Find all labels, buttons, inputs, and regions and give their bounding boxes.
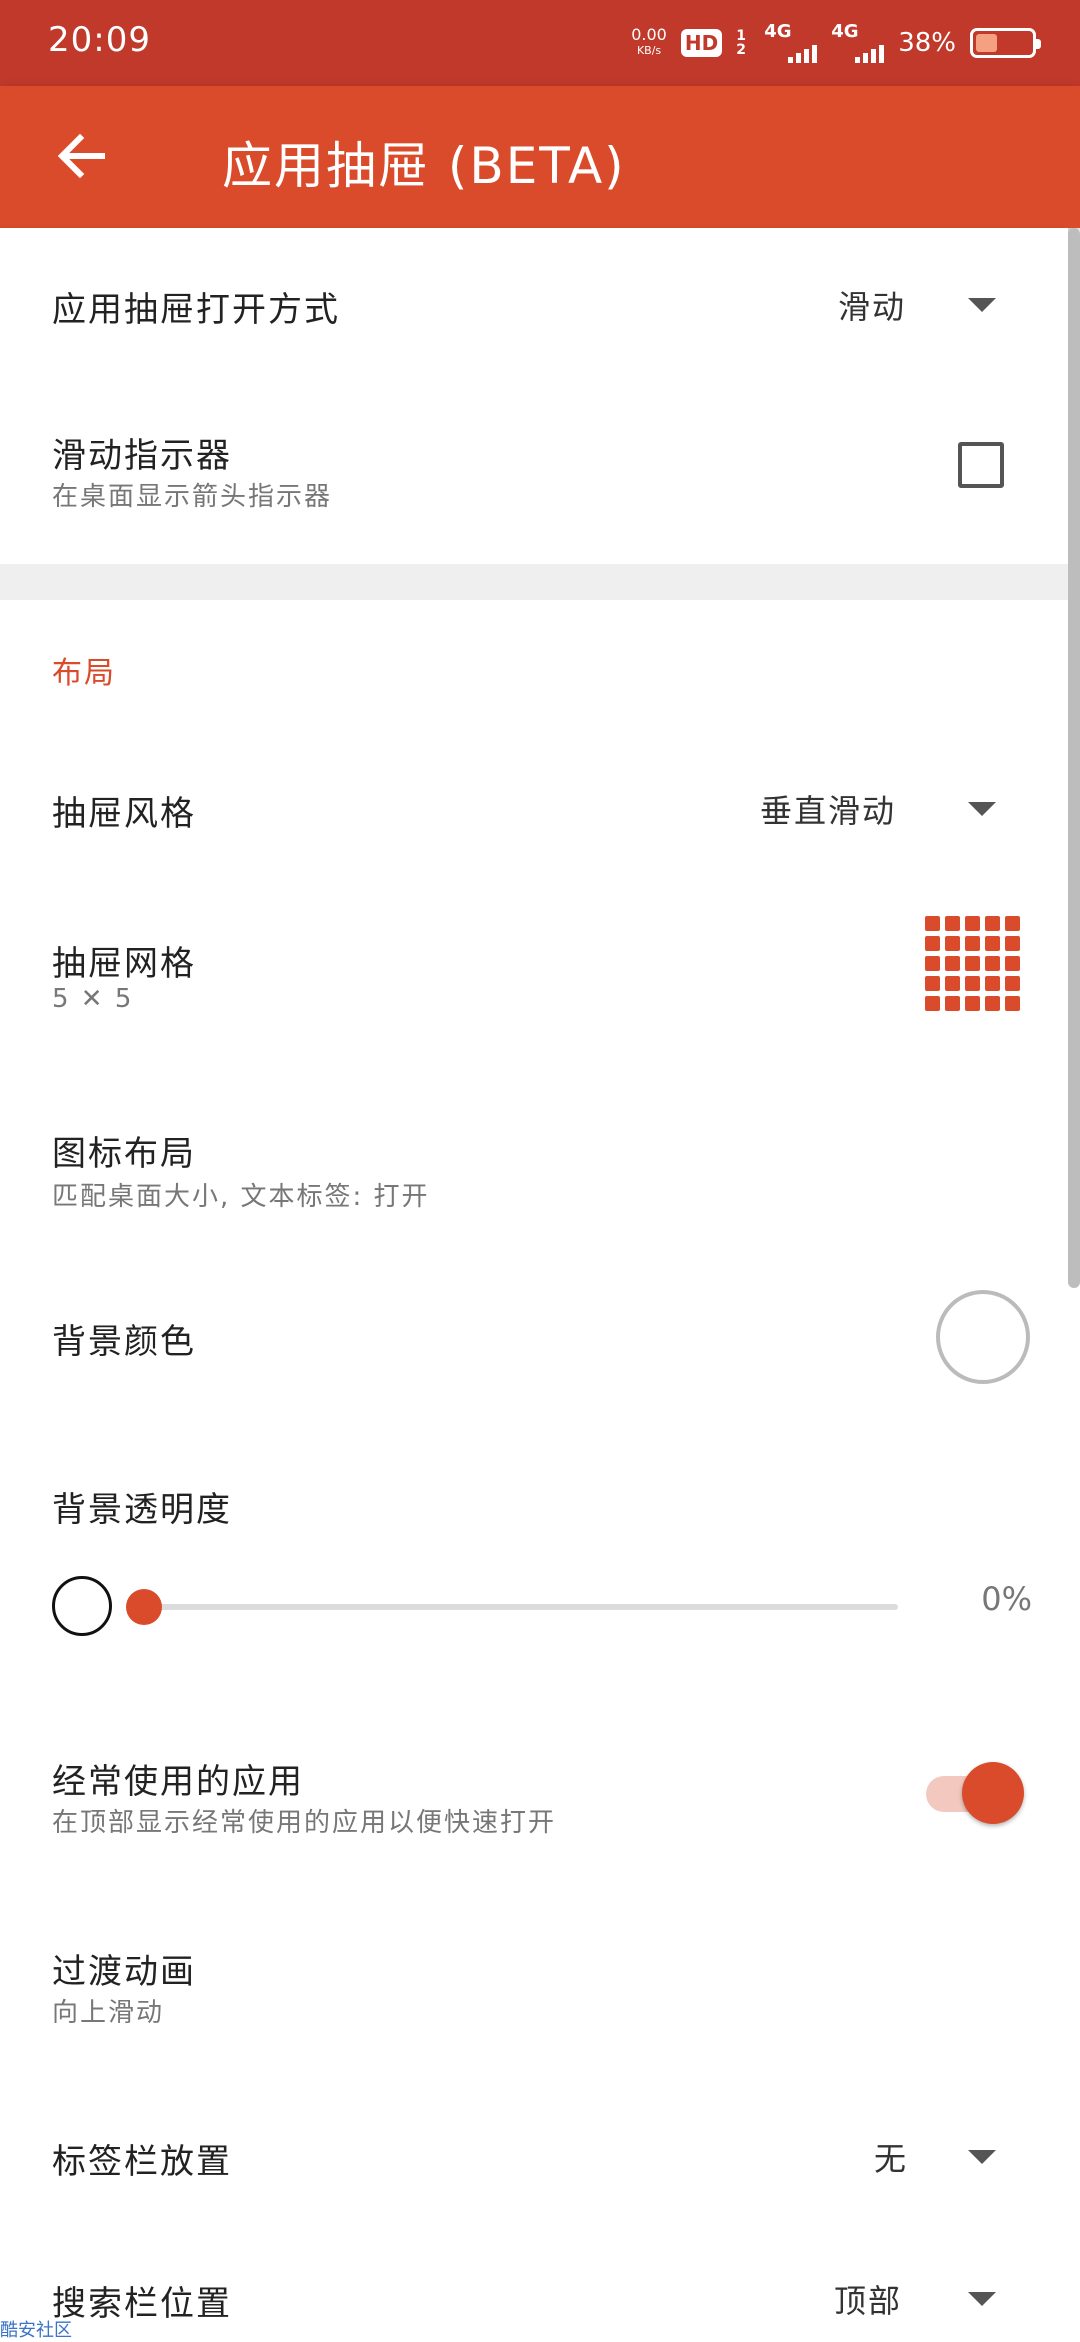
- grid-cell: [1005, 916, 1020, 931]
- battery-fill: [976, 34, 997, 52]
- grid-preview-icon: [925, 916, 1020, 1011]
- drawer-grid-subtitle: 5 ✕ 5: [52, 984, 134, 1014]
- grid-cell: [945, 916, 960, 931]
- section-header-layout: 布局: [52, 656, 116, 691]
- swipe-indicator-subtitle: 在桌面显示箭头指示器: [52, 482, 333, 512]
- app-bar: 应用抽屉 (BETA): [0, 86, 1080, 228]
- drawer-grid-title: 抽屉网格: [52, 944, 196, 984]
- swipe-indicator-title: 滑动指示器: [52, 436, 232, 476]
- open-method-title: 应用抽屉打开方式: [52, 290, 340, 330]
- drawer-style-title: 抽屉风格: [52, 794, 196, 834]
- transition-subtitle: 向上滑动: [52, 1998, 165, 2028]
- grid-cell: [985, 976, 1000, 991]
- hd-label: HD: [684, 31, 719, 55]
- transition-setting[interactable]: 过渡动画 向上滑动: [0, 1930, 1068, 2050]
- grid-cell: [965, 976, 980, 991]
- icon-layout-setting[interactable]: 图标布局 匹配桌面大小, 文本标签: 打开: [0, 1100, 1068, 1230]
- transparency-value: 0%: [981, 1580, 1032, 1618]
- grid-cell: [945, 996, 960, 1011]
- back-button[interactable]: [52, 126, 112, 186]
- status-bar: 20:09 0.00 KB/s HD 1 2 4G 4G 38%: [0, 0, 1080, 86]
- transparency-slider[interactable]: [126, 1589, 898, 1625]
- dropdown-caret-icon: [968, 2292, 996, 2306]
- section-divider: [0, 564, 1080, 600]
- signal-1-icon: 4G: [764, 21, 818, 63]
- battery-percent: 38%: [898, 28, 956, 58]
- network-speed-unit: KB/s: [636, 44, 662, 57]
- bg-transparency-title: 背景透明度: [52, 1490, 232, 1530]
- bg-color-setting[interactable]: 背景颜色: [0, 1280, 1068, 1400]
- grid-cell: [965, 996, 980, 1011]
- open-method-value: 滑动: [838, 288, 907, 326]
- drawer-grid-setting[interactable]: 抽屉网格 5 ✕ 5: [0, 900, 1068, 1050]
- slider-thumb[interactable]: [126, 1589, 162, 1625]
- battery-icon: [970, 28, 1041, 58]
- grid-cell: [925, 936, 940, 951]
- grid-cell: [965, 936, 980, 951]
- grid-cell: [925, 956, 940, 971]
- tab-bar-title: 标签栏放置: [52, 2142, 232, 2182]
- status-time: 20:09: [48, 20, 151, 60]
- tab-bar-setting[interactable]: 标签栏放置 无: [0, 2110, 1068, 2210]
- grid-cell: [965, 916, 980, 931]
- bg-color-title: 背景颜色: [52, 1322, 196, 1362]
- tab-bar-value: 无: [874, 2140, 909, 2178]
- frequent-apps-toggle[interactable]: [926, 1762, 1026, 1824]
- grid-cell: [945, 956, 960, 971]
- frequent-apps-subtitle: 在顶部显示经常使用的应用以便快速打开: [52, 1808, 557, 1838]
- watermark: 酷安社区: [0, 2320, 72, 2341]
- dropdown-caret-icon: [968, 298, 996, 312]
- color-swatch[interactable]: [936, 1290, 1030, 1384]
- dropdown-caret-icon: [968, 802, 996, 816]
- arrow-back-icon: [57, 133, 105, 179]
- grid-cell: [965, 956, 980, 971]
- frequent-apps-setting[interactable]: 经常使用的应用 在顶部显示经常使用的应用以便快速打开: [0, 1740, 1068, 1860]
- grid-cell: [945, 976, 960, 991]
- signal-2-label: 4G: [831, 21, 859, 42]
- icon-layout-subtitle: 匹配桌面大小, 文本标签: 打开: [52, 1182, 430, 1212]
- icon-layout-title: 图标布局: [52, 1134, 196, 1174]
- search-bar-value: 顶部: [834, 2282, 903, 2320]
- grid-cell: [925, 916, 940, 931]
- dropdown-caret-icon: [968, 2150, 996, 2164]
- hd-icon: HD: [680, 29, 723, 57]
- toggle-thumb: [962, 1762, 1024, 1824]
- transparency-preview-circle: [52, 1576, 112, 1636]
- swipe-indicator-setting[interactable]: 滑动指示器 在桌面显示箭头指示器: [0, 400, 1068, 540]
- grid-cell: [985, 956, 1000, 971]
- grid-cell: [925, 996, 940, 1011]
- search-bar-setting[interactable]: 搜索栏位置 顶部: [0, 2252, 1068, 2340]
- drawer-style-value: 垂直滑动: [760, 792, 897, 830]
- grid-cell: [1005, 976, 1020, 991]
- drawer-style-setting[interactable]: 抽屉风格 垂直滑动: [0, 752, 1068, 872]
- grid-cell: [1005, 936, 1020, 951]
- frequent-apps-title: 经常使用的应用: [52, 1762, 304, 1802]
- hd-sub-label: 1 2: [736, 28, 746, 58]
- swipe-indicator-checkbox[interactable]: [958, 442, 1004, 488]
- grid-cell: [985, 916, 1000, 931]
- bg-transparency-setting: 背景透明度: [0, 1460, 1068, 1540]
- grid-cell: [985, 936, 1000, 951]
- signal-1-label: 4G: [764, 21, 792, 42]
- network-speed: 0.00 KB/s: [631, 27, 667, 59]
- grid-cell: [985, 996, 1000, 1011]
- search-bar-title: 搜索栏位置: [52, 2284, 232, 2324]
- network-speed-value: 0.00: [631, 25, 667, 44]
- scrollbar[interactable]: [1068, 228, 1080, 1288]
- signal-2-icon: 4G: [831, 21, 885, 63]
- transition-title: 过渡动画: [52, 1952, 196, 1992]
- grid-cell: [945, 936, 960, 951]
- grid-cell: [1005, 996, 1020, 1011]
- grid-cell: [1005, 956, 1020, 971]
- status-icons: 0.00 KB/s HD 1 2 4G 4G 38%: [631, 18, 1041, 68]
- page-title: 应用抽屉 (BETA): [222, 137, 626, 195]
- open-method-setting[interactable]: 应用抽屉打开方式 滑动: [0, 240, 1068, 366]
- grid-cell: [925, 976, 940, 991]
